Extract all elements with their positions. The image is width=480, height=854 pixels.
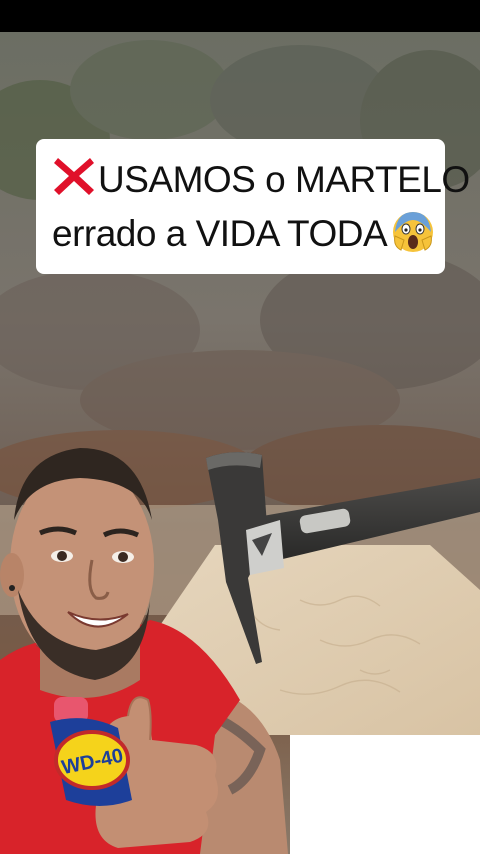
cross-mark-icon [54,158,94,195]
screaming-face-icon [393,212,434,252]
white-corner-block [290,735,480,854]
caption-text-1: USAMOS o MARTELO [98,159,470,200]
caption-line-1: USAMOS o MARTELO [52,153,470,207]
top-black-bar [0,0,480,32]
caption-text-2: errado a VIDA TODA [52,213,388,254]
caption-line-2: errado a VIDA TODA [52,207,435,261]
caption-box: USAMOS o MARTELO errado a VIDA TODA [36,139,470,274]
